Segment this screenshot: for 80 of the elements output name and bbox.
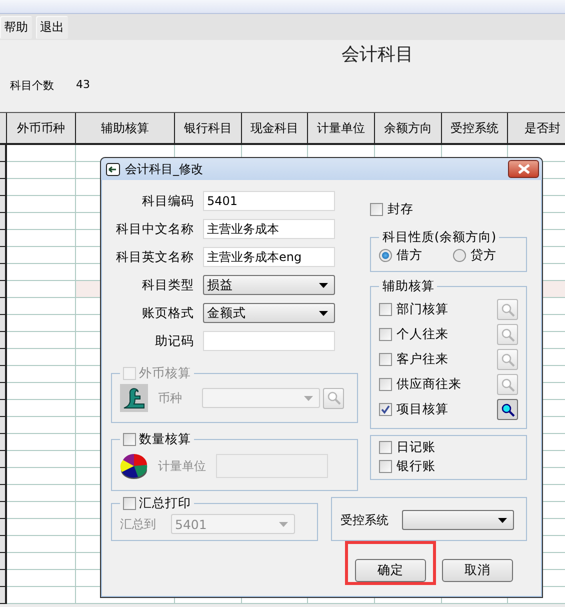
- checkbox-label: 封存: [387, 200, 414, 218]
- checkbox-label: 个人往来: [396, 326, 448, 343]
- dropdown[interactable]: [402, 510, 514, 530]
- search-icon: [500, 352, 514, 366]
- caret-icon: [498, 518, 508, 522]
- field-label: 科目英文名称: [115, 248, 194, 266]
- lookup-button[interactable]: [497, 399, 518, 420]
- group-title: 科目性质(余额方向): [381, 229, 498, 246]
- checkbox[interactable]: [379, 460, 392, 473]
- table-cell: [7, 281, 76, 298]
- column-header: 受控系统: [442, 113, 508, 145]
- table-cell: [7, 145, 76, 162]
- input-field[interactable]: 主营业务成本: [203, 219, 335, 239]
- field-label: 账页格式: [141, 304, 194, 322]
- field-label: 计量单位: [158, 458, 206, 474]
- column-header: 余额方向: [375, 113, 442, 145]
- input-field[interactable]: 5401: [203, 191, 335, 211]
- group-title: 外币核算: [139, 365, 191, 382]
- input-field[interactable]: 主营业务成本eng: [203, 247, 335, 267]
- field-label: 币种: [158, 390, 182, 406]
- checkbox[interactable]: [379, 303, 392, 316]
- search-icon: [500, 378, 514, 392]
- count-value: 43: [76, 78, 90, 93]
- checkbox[interactable]: [379, 441, 392, 454]
- close-button[interactable]: [508, 160, 539, 178]
- field-label: 受控系统: [340, 512, 388, 528]
- pound-icon: [120, 384, 148, 412]
- checkbox-label: 客户往来: [396, 351, 448, 368]
- page-title: 会计科目: [340, 43, 414, 66]
- checkbox[interactable]: [370, 202, 384, 216]
- field-label: 汇总到: [120, 516, 156, 532]
- group-title: 辅助核算: [381, 278, 436, 295]
- radio-button[interactable]: [379, 248, 392, 262]
- search-icon: [500, 302, 514, 316]
- column-header: 辅助核算: [76, 113, 175, 145]
- column-header: 是否封: [508, 113, 565, 145]
- checkbox[interactable]: [379, 403, 392, 416]
- dropdown[interactable]: 损益: [203, 275, 335, 295]
- checkbox[interactable]: [379, 328, 392, 341]
- caret-icon: [319, 282, 328, 288]
- caret-icon: [304, 396, 313, 400]
- group-title: 汇总打印: [139, 495, 191, 512]
- field-label: 助记码: [154, 332, 194, 350]
- count-label: 科目个数: [10, 78, 54, 93]
- field-label: 科目中文名称: [115, 220, 194, 238]
- toolbar-button[interactable]: 帮助: [0, 16, 32, 38]
- dialog-button[interactable]: 取消: [442, 559, 513, 582]
- close-icon: [518, 164, 530, 174]
- field-label: 科目编码: [141, 192, 194, 210]
- window-icon: [106, 162, 120, 176]
- column-header: 外币币种: [7, 113, 76, 145]
- group-title: 数量核算: [139, 431, 191, 448]
- checkbox[interactable]: [379, 353, 392, 366]
- radio-label: 借方: [396, 246, 422, 264]
- caret-icon: [319, 310, 328, 316]
- checkbox-label: 日记账: [396, 439, 436, 456]
- table-cell: [7, 587, 76, 604]
- search-icon: [500, 402, 514, 416]
- checkbox[interactable]: [123, 497, 136, 510]
- checkbox[interactable]: [379, 378, 392, 391]
- caret-icon: [279, 522, 288, 526]
- column-header: 计量单位: [308, 113, 375, 145]
- checkbox-label: 供应商往来: [396, 376, 462, 393]
- column-header: 现金科目: [242, 113, 308, 145]
- input-field[interactable]: [203, 331, 335, 351]
- field-label: 科目类型: [141, 276, 194, 294]
- checkbox-label: 银行账: [396, 458, 436, 475]
- dropdown[interactable]: 金额式: [203, 303, 335, 323]
- search-icon: [326, 391, 340, 405]
- toolbar-button[interactable]: 退出: [36, 16, 68, 38]
- dialog-title: 会计科目_修改: [125, 160, 204, 178]
- radio-button[interactable]: [453, 248, 466, 262]
- checkbox[interactable]: [123, 433, 136, 446]
- dialog-button[interactable]: 确定: [355, 559, 426, 582]
- pie-chart-icon: [120, 452, 148, 480]
- search-icon: [500, 328, 514, 342]
- radio-label: 贷方: [470, 246, 496, 264]
- checkbox-label: 项目核算: [396, 401, 448, 418]
- column-header: 银行科目: [175, 113, 242, 145]
- checkbox-label: 部门核算: [396, 301, 448, 318]
